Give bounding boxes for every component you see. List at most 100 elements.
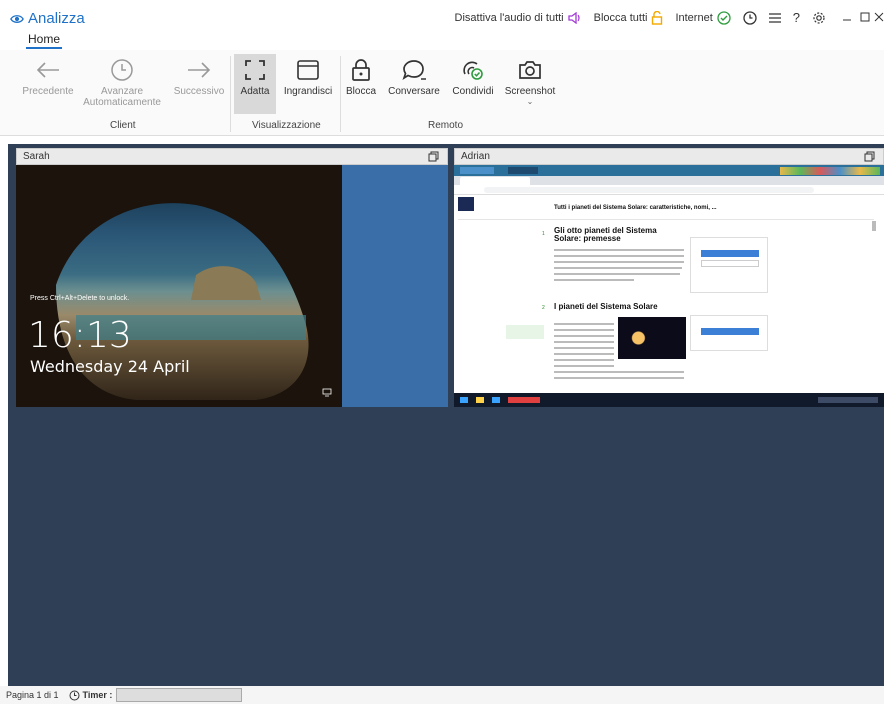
desktop-thumbnail: Tutti i pianeti del Sistema Solare: cara…	[454, 165, 884, 407]
panel-header: Sarah	[16, 148, 448, 165]
minimize-icon	[843, 19, 851, 21]
screenshot-label: Screenshot	[504, 86, 556, 97]
mute-all-button[interactable]: Disattiva l'audio di tutti	[454, 11, 582, 24]
client-panel-adrian[interactable]: Adrian Tutti i pianeti del Sistema Solar…	[454, 148, 884, 407]
auto-advance-label: Avanzare Automaticamente	[83, 86, 161, 108]
chat-button[interactable]: Conversare	[384, 54, 444, 97]
text-line	[554, 267, 682, 269]
next-label: Successivo	[173, 86, 225, 97]
tab-home-underline	[26, 47, 62, 49]
maximize-button[interactable]	[856, 10, 874, 25]
close-button[interactable]	[874, 10, 884, 25]
solar-system-image	[618, 317, 686, 359]
internet-label: Internet	[675, 11, 713, 24]
check-circle-icon	[717, 10, 731, 25]
desktop-background	[342, 165, 448, 407]
lock-all-label: Blocca tutti	[593, 11, 648, 24]
enlarge-button[interactable]: Ingrandisci	[280, 54, 336, 97]
previous-label: Precedente	[22, 86, 74, 97]
site-logo	[458, 197, 474, 211]
lock-label: Blocca	[345, 86, 376, 97]
client-name: Adrian	[461, 151, 490, 162]
scrollbar-thumb[interactable]	[872, 221, 876, 231]
panel-header: Adrian	[454, 148, 884, 165]
text-line	[554, 323, 614, 325]
group-remote-label: Remoto	[428, 120, 464, 131]
text-line	[554, 329, 614, 331]
lock-all-button[interactable]: Blocca tutti	[593, 10, 664, 25]
minimize-button[interactable]	[838, 10, 856, 25]
expand-icon[interactable]	[864, 151, 875, 165]
text-line	[554, 341, 614, 343]
auto-advance-button[interactable]: Avanzare Automaticamente	[83, 54, 161, 108]
text-line	[554, 255, 684, 257]
thumbnails-area: Sarah Press Ctrl+Alt+Delete to unlock. 1…	[8, 144, 884, 686]
text-line	[554, 353, 614, 355]
remote-toolbar	[454, 165, 884, 176]
ribbon: Precedente Avanzare Automaticamente Succ…	[0, 50, 884, 136]
clock-icon	[743, 10, 757, 25]
clock-button[interactable]	[743, 10, 757, 25]
section-heading: Gli otto pianeti del Sistema Solare: pre…	[554, 226, 657, 243]
chevron-down-icon[interactable]: ⌄	[527, 97, 534, 106]
speaker-icon	[567, 11, 582, 24]
text-line	[554, 249, 684, 251]
page-title: Tutti i pianeti del Sistema Solare: cara…	[554, 205, 717, 211]
text-line	[554, 359, 614, 361]
settings-button[interactable]	[812, 11, 826, 25]
fit-label: Adatta	[240, 86, 270, 97]
timer-field[interactable]	[116, 688, 243, 702]
text-line	[554, 273, 680, 275]
expand-icon[interactable]	[428, 151, 439, 165]
ad-box	[690, 315, 768, 351]
app-window: Analizza Disattiva l'audio di tutti Bloc…	[0, 0, 884, 704]
text-line	[554, 371, 684, 373]
clock-icon	[69, 690, 80, 701]
window-icon	[288, 54, 328, 86]
ribbon-separator	[230, 56, 231, 132]
divider	[458, 219, 874, 220]
chat-bubble-icon	[394, 54, 434, 86]
system-tray	[818, 397, 878, 403]
app-title-text: Analizza	[28, 10, 85, 27]
lock-date: Wednesday 24 April	[30, 357, 190, 376]
ad-box	[690, 237, 768, 293]
chat-label: Conversare	[388, 86, 440, 97]
status-bar: Pagina 1 di 1 Timer :	[0, 686, 884, 704]
section-number: 1	[542, 231, 545, 237]
remote-toolbar-item	[508, 167, 538, 174]
text-line	[554, 347, 614, 349]
client-panel-sarah[interactable]: Sarah Press Ctrl+Alt+Delete to unlock. 1…	[16, 148, 448, 407]
share-button[interactable]: Condividi	[448, 54, 498, 97]
text-line	[554, 377, 684, 379]
timer-icon	[102, 54, 142, 86]
ad-button	[701, 328, 759, 335]
menu-button[interactable]	[768, 12, 781, 23]
screenshot-button[interactable]: Screenshot ⌄	[502, 54, 558, 106]
ad-button-outline	[701, 260, 759, 267]
enlarge-label: Ingrandisci	[283, 86, 333, 97]
lock-screen-thumbnail: Press Ctrl+Alt+Delete to unlock. 16:13 W…	[16, 165, 342, 407]
help-button[interactable]: ?	[793, 10, 800, 25]
lock-time: 16:13	[28, 315, 132, 356]
client-name: Sarah	[23, 151, 50, 162]
page-indicator: Pagina 1 di 1	[6, 690, 59, 700]
fit-button[interactable]: Adatta	[234, 54, 276, 114]
gear-icon	[812, 11, 826, 25]
title-actions: Disattiva l'audio di tutti Blocca tutti …	[455, 10, 884, 25]
previous-button[interactable]: Precedente	[18, 54, 78, 97]
remote-tool-icons	[780, 166, 880, 175]
mute-all-label: Disattiva l'audio di tutti	[454, 11, 564, 24]
url-field	[484, 187, 814, 193]
sidebar-note	[506, 325, 544, 339]
unlock-hint: Press Ctrl+Alt+Delete to unlock.	[30, 295, 130, 302]
padlock-icon	[341, 54, 381, 86]
next-button[interactable]: Successivo	[170, 54, 228, 97]
browser-tab-strip	[454, 176, 884, 185]
tab-home[interactable]: Home	[28, 32, 60, 46]
remote-toolbar-item	[460, 167, 494, 174]
maximize-icon	[860, 12, 870, 22]
internet-button[interactable]: Internet	[675, 10, 731, 25]
fit-screen-icon	[235, 54, 275, 86]
lock-button[interactable]: Blocca	[342, 54, 380, 97]
